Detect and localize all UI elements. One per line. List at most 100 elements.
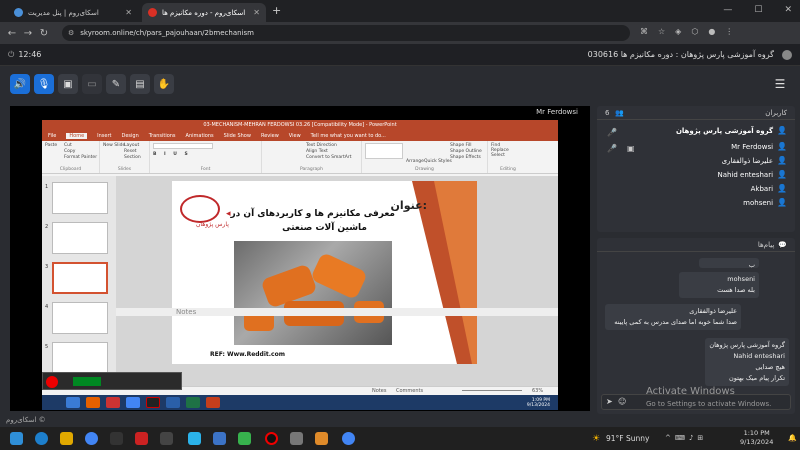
app-red-icon[interactable] [135, 432, 148, 445]
ppt-tab-file[interactable]: File [48, 133, 56, 139]
file-explorer-icon[interactable] [60, 432, 73, 445]
site-info-icon[interactable]: ⚙ [68, 29, 74, 37]
tray-icons[interactable]: ^⌨♪⊞ [665, 434, 707, 442]
zoom-slider[interactable] [462, 390, 522, 391]
emoji-icon[interactable]: ☺ [618, 397, 626, 406]
tab-skyroom-course[interactable]: اسکای‌روم - دوره مکانیزم ها ✕ [142, 3, 266, 22]
profile-icon[interactable]: ● [708, 27, 715, 36]
shape-fill-button[interactable]: Shape Fill [450, 143, 472, 148]
slide-thumb-4[interactable] [52, 302, 108, 334]
reload-button[interactable]: ↻ [36, 28, 52, 39]
quick-styles-button[interactable]: Quick Styles [424, 159, 452, 164]
record-icon[interactable] [46, 376, 58, 388]
slide-thumb-2[interactable] [52, 222, 108, 254]
reset-button[interactable]: Reset [124, 149, 137, 154]
power-icon[interactable]: ⏻ [8, 50, 14, 60]
menu-button[interactable]: ☰ [770, 74, 790, 94]
powerpoint-icon[interactable] [206, 397, 220, 408]
excel-icon[interactable] [186, 397, 200, 408]
shape-effects-button[interactable]: Shape Effects [450, 155, 481, 160]
puzzle-icon[interactable]: ⬡ [691, 27, 698, 36]
section-button[interactable]: Section [124, 155, 141, 160]
close-window-icon[interactable]: ✕ [784, 5, 792, 15]
files-button[interactable]: ▤ [130, 74, 150, 94]
opera-icon[interactable] [106, 397, 120, 408]
camera-off-button[interactable]: ▣ [58, 74, 78, 94]
app-icon[interactable] [110, 432, 123, 445]
maximize-icon[interactable]: ☐ [754, 5, 762, 15]
explorer-icon[interactable] [66, 397, 80, 408]
record-app-icon[interactable] [146, 397, 160, 408]
copy-button[interactable]: Copy [64, 149, 75, 154]
app-gray-icon[interactable] [160, 432, 173, 445]
notes-button[interactable]: Notes [372, 388, 386, 394]
telegram-icon[interactable] [188, 432, 201, 445]
obs-record-icon[interactable] [265, 432, 278, 445]
ppt-tab-design[interactable]: Design [121, 133, 138, 139]
shapes-gallery[interactable] [365, 143, 403, 159]
user-item[interactable]: گروه آموزشی پارس پژوهان 👤 [676, 126, 787, 135]
close-tab-icon[interactable]: ✕ [125, 8, 132, 17]
edge-icon[interactable] [35, 432, 48, 445]
chrome-icon[interactable] [85, 432, 98, 445]
shape-outline-button[interactable]: Shape Outline [450, 149, 482, 154]
ppt-tab-home[interactable]: Home [66, 133, 88, 139]
comments-button[interactable]: Comments [396, 388, 423, 394]
system-clock[interactable]: 1:10 PM 9/13/2024 [740, 429, 773, 447]
ppt-tab-review[interactable]: Review [261, 133, 279, 139]
raise-hand-button[interactable]: ✋ [154, 74, 174, 94]
url-input[interactable]: ⚙ skyroom.online/ch/pars_pajouhaan/2bmec… [62, 25, 630, 41]
select-button[interactable]: Select [491, 153, 525, 158]
close-tab-icon[interactable]: ✕ [253, 8, 260, 17]
translate-icon[interactable]: ⌘ [640, 27, 648, 36]
user-item[interactable]: Mr Ferdowsi 👤 [731, 142, 787, 151]
layout-button[interactable]: Layout [124, 143, 139, 148]
ppt-tab-slideshow[interactable]: Slide Show [224, 133, 251, 139]
bookmark-star-icon[interactable]: ☆ [658, 27, 665, 36]
user-item[interactable]: علیرضا ذوالفقاری 👤 [722, 156, 787, 165]
menu-kebab-icon[interactable]: ⋮ [725, 27, 733, 36]
ppt-tab-transitions[interactable]: Transitions [149, 133, 176, 139]
arrange-button[interactable]: Arrange [406, 159, 424, 164]
firefox-icon[interactable] [86, 397, 100, 408]
extension-icon[interactable]: ◈ [675, 27, 681, 36]
minimize-icon[interactable]: — [723, 5, 732, 15]
back-button[interactable]: ← [4, 28, 20, 39]
current-slide[interactable]: پارس پژوهان عنوان: ◂معرفی مکانیزم ها و ک… [172, 181, 477, 364]
user-item[interactable]: Nahid enteshari 👤 [717, 170, 787, 179]
ppt-tab-view[interactable]: View [289, 133, 301, 139]
font-name-select[interactable] [153, 143, 213, 149]
cut-button[interactable]: Cut [64, 143, 72, 148]
slide-thumb-3[interactable] [52, 262, 108, 294]
smartart-button[interactable]: Convert to SmartArt [306, 155, 351, 160]
speaker-button[interactable]: 🔊 [10, 74, 30, 94]
notification-icon[interactable]: 🔔 [788, 434, 797, 442]
word-icon[interactable] [166, 397, 180, 408]
chrome-icon[interactable] [126, 397, 140, 408]
user-item[interactable]: mohseni 👤 [743, 198, 787, 207]
font-style-buttons[interactable]: B I U S [153, 152, 258, 157]
forward-button[interactable]: → [20, 28, 36, 39]
new-tab-button[interactable]: + [272, 4, 281, 17]
tab-admin-panel[interactable]: اسکای‌روم | پنل مدیریت ✕ [8, 3, 138, 22]
app-icon[interactable] [290, 432, 303, 445]
word-icon[interactable] [213, 432, 226, 445]
microphone-button[interactable]: 🎙 [34, 74, 54, 94]
text-direction-button[interactable]: Text Direction [306, 143, 337, 148]
ppt-tab-animations[interactable]: Animations [186, 133, 214, 139]
slide-thumb-1[interactable] [52, 182, 108, 214]
align-text-button[interactable]: Align Text [306, 149, 328, 154]
notes-pane[interactable]: Notes [116, 308, 558, 316]
windows-start-icon[interactable] [10, 432, 23, 445]
format-painter-button[interactable]: Format Painter [64, 155, 97, 160]
send-icon[interactable]: ➤ [606, 397, 613, 406]
weather-text[interactable]: 91°F Sunny [606, 434, 649, 443]
screen-share-button[interactable]: ▭ [82, 74, 102, 94]
slide-thumb-5[interactable] [52, 342, 108, 374]
camtasia-icon[interactable] [238, 432, 251, 445]
matlab-icon[interactable] [315, 432, 328, 445]
whiteboard-button[interactable]: ✎ [106, 74, 126, 94]
ppt-tab-insert[interactable]: Insert [97, 133, 111, 139]
chrome-active-icon[interactable] [342, 432, 355, 445]
user-item[interactable]: Akbari 👤 [751, 184, 787, 193]
